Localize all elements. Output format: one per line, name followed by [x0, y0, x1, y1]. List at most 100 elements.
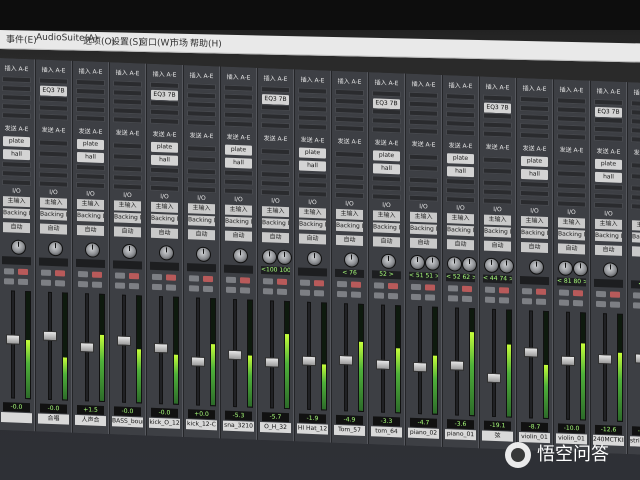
send-plate[interactable]: plate	[373, 150, 400, 162]
pan-knob[interactable]	[11, 239, 26, 255]
send-slot[interactable]	[594, 183, 623, 191]
insert-slot[interactable]	[224, 102, 253, 110]
send-slot[interactable]	[483, 197, 512, 205]
insert-slot[interactable]	[409, 109, 438, 117]
output-selector[interactable]: Backing L/R	[336, 220, 363, 232]
mute-button[interactable]	[166, 284, 176, 291]
send-slot[interactable]	[409, 164, 438, 172]
input-selector[interactable]: 主输入	[225, 204, 252, 216]
track-name[interactable]: 人声合	[75, 414, 106, 427]
pan-knob[interactable]	[603, 262, 618, 278]
track-name[interactable]: sna_3210	[223, 420, 254, 432]
automation-mode[interactable]: 自动	[262, 232, 289, 244]
pan-right-knob[interactable]	[277, 249, 292, 266]
input-monitor-button[interactable]	[536, 288, 546, 295]
automation-mode[interactable]: 自动	[114, 226, 141, 238]
insert-slot[interactable]	[446, 129, 475, 137]
insert-slot[interactable]	[594, 116, 623, 124]
mute-button[interactable]	[388, 292, 398, 300]
send-slot[interactable]	[187, 156, 216, 164]
send-plate[interactable]: plate	[299, 147, 326, 159]
record-button[interactable]	[115, 272, 125, 279]
send-slot[interactable]	[631, 203, 640, 211]
insert-slot[interactable]	[2, 94, 31, 102]
automation-mode[interactable]: 自动	[336, 234, 363, 246]
volume-fader[interactable]	[228, 349, 242, 361]
send-slot[interactable]	[224, 187, 253, 195]
insert-slot[interactable]	[76, 96, 105, 105]
send-slot[interactable]	[76, 181, 105, 190]
record-button[interactable]	[4, 268, 14, 275]
track-name[interactable]: Tom_57	[334, 424, 365, 437]
automation-mode[interactable]: 自动	[373, 236, 400, 248]
insert-slot[interactable]	[335, 124, 364, 132]
input-monitor-button[interactable]	[18, 268, 28, 276]
insert-slot[interactable]	[483, 130, 512, 138]
volume-fader[interactable]	[598, 353, 612, 365]
automation-mode[interactable]: 自动	[40, 223, 67, 235]
insert-slot[interactable]	[446, 93, 475, 101]
send-hall[interactable]: hall	[595, 171, 622, 183]
insert-slot[interactable]	[409, 100, 438, 108]
send-slot[interactable]	[150, 175, 179, 183]
automation-mode[interactable]: 自动	[447, 239, 474, 251]
volume-fader[interactable]	[154, 342, 168, 354]
send-slot[interactable]	[409, 176, 438, 184]
send-slot[interactable]	[520, 198, 549, 207]
volume-fader[interactable]	[191, 356, 205, 367]
automation-mode[interactable]: 自动	[484, 240, 511, 252]
send-slot[interactable]	[631, 185, 640, 193]
input-selector[interactable]: 主输入	[3, 196, 30, 208]
volume-fader[interactable]	[450, 360, 464, 371]
insert-slot[interactable]	[298, 123, 327, 131]
insert-slot[interactable]	[113, 89, 142, 97]
insert-slot[interactable]	[520, 104, 549, 113]
insert-slot[interactable]	[150, 99, 179, 107]
insert-slot[interactable]	[409, 127, 438, 135]
insert-slot[interactable]	[372, 108, 401, 116]
insert-slot[interactable]	[557, 106, 586, 114]
solo-button[interactable]	[337, 290, 347, 298]
insert-slot[interactable]	[261, 122, 290, 130]
insert-slot[interactable]	[261, 104, 290, 112]
send-slot[interactable]	[335, 191, 364, 199]
track-name[interactable]: kick_12-C	[186, 419, 217, 431]
insert-slot[interactable]	[113, 116, 142, 124]
input-selector[interactable]: 主输入	[632, 220, 640, 232]
send-plate[interactable]: plate	[595, 158, 622, 170]
send-slot[interactable]	[631, 173, 640, 181]
send-hall[interactable]: hall	[521, 169, 548, 181]
mute-button[interactable]	[55, 280, 65, 287]
volume-fader[interactable]	[6, 334, 20, 345]
send-slot[interactable]	[520, 180, 549, 189]
input-monitor-button[interactable]	[166, 274, 176, 281]
input-selector[interactable]: 主输入	[40, 197, 67, 209]
volume-fader[interactable]	[635, 353, 640, 364]
insert-slot[interactable]	[557, 115, 586, 123]
pan-left-knob[interactable]	[262, 249, 277, 265]
input-selector[interactable]: 主输入	[521, 216, 548, 228]
send-slot[interactable]	[261, 171, 290, 179]
send-hall[interactable]: hall	[447, 166, 474, 178]
menu-setup[interactable]: 设置(S)	[111, 34, 142, 48]
insert-slot[interactable]	[113, 107, 142, 115]
send-slot[interactable]	[594, 201, 623, 209]
input-selector[interactable]: 主输入	[410, 211, 437, 223]
send-slot[interactable]	[298, 172, 327, 180]
output-selector[interactable]: Backing L/R	[188, 215, 215, 227]
solo-button[interactable]	[559, 299, 569, 306]
insert-slot[interactable]	[298, 105, 327, 113]
solo-button[interactable]	[152, 283, 162, 291]
automation-mode[interactable]: 自动	[521, 242, 548, 254]
insert-slot[interactable]	[335, 88, 364, 96]
send-slot[interactable]	[409, 153, 438, 161]
volume-fader[interactable]	[80, 342, 94, 353]
send-slot[interactable]	[2, 179, 31, 187]
mute-button[interactable]	[462, 295, 472, 303]
pan-knob[interactable]	[48, 240, 63, 257]
volume-fader[interactable]	[302, 355, 316, 367]
input-monitor-button[interactable]	[55, 270, 65, 277]
input-monitor-button[interactable]	[92, 271, 102, 278]
insert-slot[interactable]	[520, 131, 549, 140]
pan-left-knob[interactable]	[410, 254, 425, 271]
